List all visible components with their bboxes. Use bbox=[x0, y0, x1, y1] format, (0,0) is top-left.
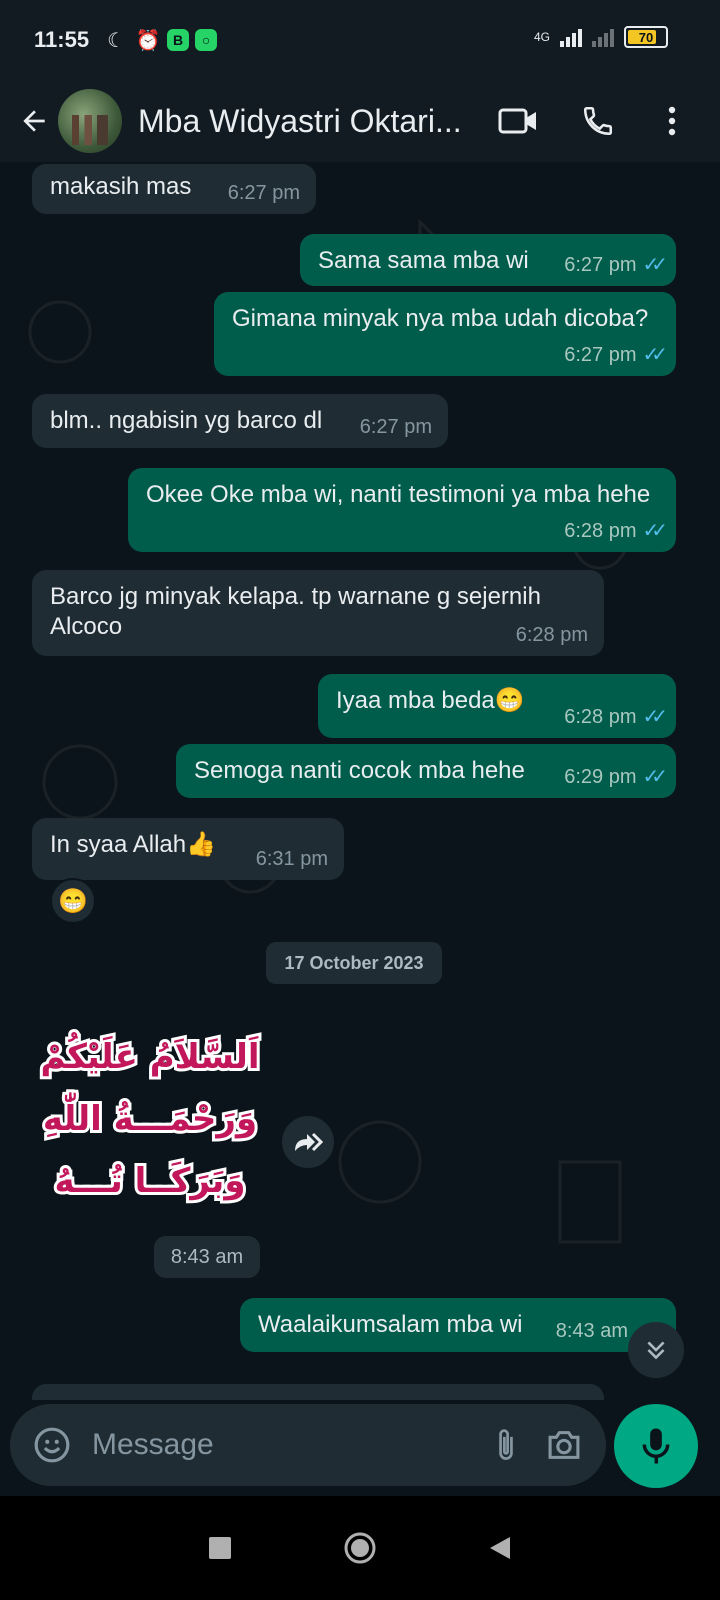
message-outgoing[interactable]: Gimana minyak nya mba udah dicoba? 6:27 … bbox=[214, 292, 676, 376]
chat-header: Mba Widyastri Oktari... bbox=[0, 80, 720, 162]
message-outgoing[interactable]: Sama sama mba wi 6:27 pm ✓✓ bbox=[300, 234, 676, 286]
message-outgoing[interactable]: Okee Oke mba wi, nanti testimoni ya mba … bbox=[128, 468, 676, 552]
message-outgoing[interactable]: Iyaa mba beda😁 6:28 pm ✓✓ bbox=[318, 674, 676, 738]
sticker-image[interactable]: اَلسَّلاَمُ عَلَيْكُمْ وَرَحْمَـــةُ الل… bbox=[36, 1022, 264, 1222]
camera-icon[interactable] bbox=[542, 1423, 586, 1467]
message-time: 6:31 pm bbox=[255, 848, 328, 870]
sticker-time: 8:43 am bbox=[154, 1236, 260, 1278]
home-button[interactable] bbox=[330, 1518, 390, 1578]
message-time: 6:28 pm bbox=[515, 624, 588, 646]
double-chevron-down-icon bbox=[647, 1341, 665, 1360]
battery-icon: 70 bbox=[624, 26, 668, 48]
attach-icon[interactable] bbox=[484, 1423, 528, 1467]
battery-level: 70 bbox=[638, 29, 654, 45]
message-text: Waalaikumsalam mba wi bbox=[258, 1311, 523, 1338]
mic-icon bbox=[642, 1428, 670, 1464]
message-incoming[interactable]: makasih mas 6:27 pm bbox=[32, 164, 316, 214]
signal-icon bbox=[560, 27, 582, 47]
alarm-icon: ⏰ bbox=[135, 29, 161, 52]
network-type: 4G bbox=[533, 30, 550, 44]
app-status-icon: ○ bbox=[195, 29, 218, 51]
chat-area[interactable]: makasih mas 6:27 pm Sama sama mba wi 6:2… bbox=[0, 162, 720, 1400]
message-incoming[interactable]: Barco jg minyak kelapa. tp warnane g sej… bbox=[32, 570, 604, 656]
back-button[interactable] bbox=[470, 1518, 530, 1578]
read-ticks-icon: ✓✓ bbox=[642, 520, 667, 542]
triangle-back-icon bbox=[490, 1537, 510, 1559]
status-right: 4G 70 bbox=[534, 26, 668, 48]
mic-button[interactable] bbox=[614, 1404, 698, 1488]
message-time: 6:28 pm bbox=[564, 706, 637, 728]
message-incoming[interactable]: In syaa Allah👍 6:31 pm bbox=[32, 818, 344, 880]
voice-call-icon[interactable] bbox=[570, 93, 626, 149]
avatar[interactable] bbox=[58, 89, 122, 153]
message-time: 6:27 pm bbox=[359, 416, 432, 438]
reaction-badge[interactable]: 😁 bbox=[50, 878, 96, 924]
message-time: 6:27 pm bbox=[564, 344, 637, 366]
message-time: 8:43 am bbox=[555, 1320, 628, 1342]
message-text: Gimana minyak nya mba udah dicoba? bbox=[232, 305, 649, 332]
message-text: makasih mas bbox=[50, 173, 192, 200]
back-arrow-icon[interactable] bbox=[4, 91, 64, 151]
message-incoming[interactable]: blm.. ngabisin yg barco dl 6:27 pm bbox=[32, 394, 448, 448]
message-outgoing[interactable]: Waalaikumsalam mba wi 8:43 am bbox=[240, 1298, 676, 1352]
status-bar: 11:55 ☾ ⏰ B ○ 4G 70 bbox=[0, 0, 720, 80]
circle-icon bbox=[344, 1532, 376, 1564]
message-time: 6:27 pm bbox=[564, 254, 637, 276]
message-time: 6:28 pm bbox=[564, 520, 637, 542]
message-time: 6:29 pm bbox=[564, 766, 637, 788]
moon-icon: ☾ bbox=[107, 29, 126, 52]
bbm-icon: B bbox=[167, 29, 190, 51]
read-ticks-icon: ✓✓ bbox=[642, 706, 667, 728]
sticker-line: وَرَحْمَـــةُ اللّٰهِ bbox=[43, 1093, 257, 1139]
signal-x-icon bbox=[592, 27, 614, 47]
recent-apps-button[interactable] bbox=[190, 1518, 250, 1578]
read-ticks-icon: ✓✓ bbox=[642, 254, 667, 276]
message-input[interactable]: Message bbox=[92, 1428, 470, 1462]
message-text: In syaa Allah👍 bbox=[50, 831, 216, 858]
video-call-icon[interactable] bbox=[490, 93, 546, 149]
contact-name[interactable]: Mba Widyastri Oktari... bbox=[138, 103, 468, 140]
emoji-icon[interactable] bbox=[30, 1423, 74, 1467]
more-vert-icon[interactable] bbox=[644, 93, 700, 149]
message-text: Barco jg minyak kelapa. tp warnane g sej… bbox=[50, 583, 541, 640]
date-divider: 17 October 2023 bbox=[266, 942, 442, 984]
read-ticks-icon: ✓✓ bbox=[642, 766, 667, 788]
message-outgoing[interactable]: Semoga nanti cocok mba hehe 6:29 pm ✓✓ bbox=[176, 744, 676, 798]
scroll-to-bottom-button[interactable] bbox=[628, 1322, 684, 1378]
message-input-bar: Message bbox=[10, 1404, 606, 1486]
status-time: 11:55 bbox=[34, 27, 90, 52]
message-time: 6:27 pm bbox=[227, 182, 300, 204]
message-incoming-partial[interactable] bbox=[32, 1384, 604, 1400]
sticker-line: اَلسَّلاَمُ عَلَيْكُمْ bbox=[40, 1032, 259, 1077]
sticker-line: وَبَرَكَــا تُـــهُ bbox=[55, 1161, 246, 1201]
system-nav-bar bbox=[0, 1496, 720, 1600]
forward-icon[interactable] bbox=[282, 1116, 334, 1168]
message-text: Okee Oke mba wi, nanti testimoni ya mba … bbox=[146, 481, 651, 508]
message-text: Iyaa mba beda😁 bbox=[336, 687, 525, 714]
message-text: blm.. ngabisin yg barco dl bbox=[50, 407, 323, 434]
square-icon bbox=[209, 1537, 231, 1559]
message-text: Semoga nanti cocok mba hehe bbox=[194, 757, 525, 784]
read-ticks-icon: ✓✓ bbox=[642, 344, 667, 366]
message-text: Sama sama mba wi bbox=[318, 247, 529, 274]
